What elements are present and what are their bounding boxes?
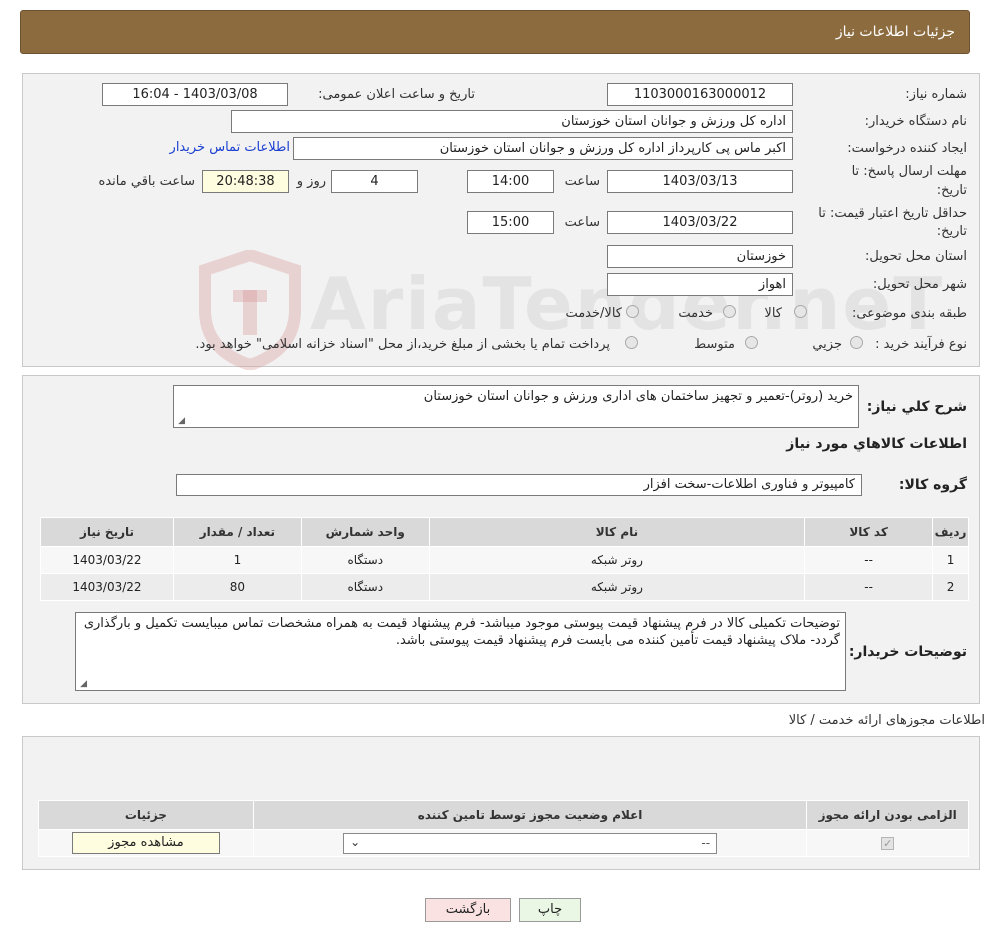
page-title: جزئیات اطلاعات نیاز — [835, 24, 955, 40]
description-textarea[interactable]: خرید (روتر)-تعمیر و تجهیز ساختمان های اد… — [173, 385, 859, 428]
buyer-org-label: نام دستگاه خریدار: — [864, 114, 967, 129]
process-label: نوع فرآیند خرید : — [875, 337, 967, 352]
process-option-medium: متوسط — [694, 337, 735, 352]
category-radio-service[interactable] — [723, 305, 736, 318]
validity-label: حداقل تاریخ اعتبار قیمت: تا — [818, 206, 967, 221]
buyer-org-value: اداره کل ورزش و جوانان استان خوزستان — [231, 110, 793, 133]
goods-section-title: اطلاعات کالاهاي مورد نياز — [786, 436, 967, 452]
announce-value: 1403/03/08 - 16:04 — [102, 83, 288, 106]
need-number-value: 1103000163000012 — [607, 83, 793, 106]
category-option-service: خدمت — [678, 306, 713, 321]
validity-time-label: ساعت — [564, 215, 600, 230]
buyer-contact-link[interactable]: اطلاعات تماس خریدار — [170, 140, 290, 155]
category-option-goods: کالا — [764, 306, 782, 321]
process-radio-treasury[interactable] — [625, 336, 638, 349]
days-label: روز و — [296, 174, 326, 189]
col-permit-required: الزامی بودن ارائه مجوز — [806, 800, 969, 830]
table-row: 1 -- روتر شبکه دستگاه 1 1403/03/22 — [40, 546, 969, 574]
col-date: تاریخ نیاز — [40, 517, 174, 547]
deadline-label: مهلت ارسال پاسخ: تا — [851, 164, 967, 179]
cell-code: -- — [804, 546, 934, 574]
creator-value: اکبر ماس پی کارپرداز اداره کل ورزش و جوا… — [293, 137, 793, 160]
need-number-label: شماره نیاز: — [905, 87, 967, 102]
validity-date-value: 1403/03/22 — [607, 211, 793, 234]
description-label: شرح کلي نياز: — [866, 399, 967, 415]
col-row: رديف — [932, 517, 969, 547]
goods-group-label: گروه کالا: — [898, 477, 967, 493]
validity-time-value: 15:00 — [467, 211, 554, 234]
col-code: کد کالا — [804, 517, 934, 547]
col-permit-status: اعلام وضعیت مجوز توسط تامین کننده — [252, 800, 808, 830]
view-permit-button[interactable]: مشاهده مجوز — [71, 832, 220, 854]
resize-grip-icon[interactable]: ◢ — [78, 680, 87, 689]
deadline-time-value: 14:00 — [467, 170, 554, 193]
goods-group-value: کامپیوتر و فناوری اطلاعات-سخت افزار — [176, 474, 862, 496]
cell-quantity: 80 — [172, 573, 302, 601]
table-row: ✓ ⌄ -- مشاهده مجوز — [38, 829, 969, 857]
province-label: استان محل تحویل: — [865, 249, 967, 264]
col-permit-details: جزئیات — [38, 800, 254, 830]
cell-name: روتر شبکه — [428, 546, 806, 574]
category-label: طبقه بندی موضوعی: — [851, 306, 967, 321]
permit-status-select[interactable]: ⌄ -- — [343, 832, 718, 854]
city-label: شهر محل تحویل: — [872, 277, 967, 292]
buyer-notes-label: توضیحات خریدار: — [848, 644, 967, 660]
city-value: اهواز — [607, 273, 793, 296]
category-radio-goods-service[interactable] — [626, 305, 639, 318]
chevron-down-icon: ⌄ — [350, 834, 361, 849]
process-note: پرداخت تمام یا بخشی از مبلغ خرید،از محل … — [195, 337, 610, 352]
announce-label: تاریخ و ساعت اعلان عمومی: — [318, 87, 475, 102]
validity-label-date: تاریخ: — [936, 224, 967, 239]
creator-label: ایجاد کننده درخواست: — [847, 141, 967, 156]
permit-required-checkbox[interactable]: ✓ — [881, 837, 895, 850]
deadline-label-date: تاریخ: — [936, 183, 967, 198]
cell-permit-required: ✓ — [806, 829, 969, 857]
cell-name: روتر شبکه — [428, 573, 806, 601]
goods-table-header: رديف کد کالا نام کالا واحد شمارش تعداد /… — [40, 517, 969, 547]
col-unit: واحد شمارش — [300, 517, 430, 547]
category-radio-goods[interactable] — [794, 305, 807, 318]
col-quantity: تعداد / مقدار — [172, 517, 302, 547]
col-name: نام کالا — [428, 517, 806, 547]
goods-table: رديف کد کالا نام کالا واحد شمارش تعداد /… — [40, 517, 969, 601]
permits-section-title: اطلاعات مجوزهای ارائه خدمت / کالا — [788, 713, 985, 728]
province-value: خوزستان — [607, 245, 793, 268]
cell-permit-details: مشاهده مجوز — [38, 829, 254, 857]
cell-row: 1 — [932, 546, 969, 574]
process-option-minor: جزیي — [812, 337, 842, 352]
resize-grip-icon[interactable]: ◢ — [176, 417, 185, 426]
page-header: جزئیات اطلاعات نیاز — [20, 10, 970, 54]
cell-permit-status: ⌄ -- — [252, 829, 808, 857]
cell-unit: دستگاه — [300, 546, 430, 574]
buyer-notes-textarea[interactable]: توضیحات تکمیلی کالا در فرم پیشنهاد قیمت … — [75, 612, 846, 691]
remaining-time-value: 20:48:38 — [202, 170, 289, 193]
cell-row: 2 — [932, 573, 969, 601]
cell-code: -- — [804, 573, 934, 601]
permits-table: الزامی بودن ارائه مجوز اعلام وضعیت مجوز … — [38, 800, 969, 857]
process-radio-medium[interactable] — [745, 336, 758, 349]
cell-date: 1403/03/22 — [40, 546, 174, 574]
table-row: 2 -- روتر شبکه دستگاه 80 1403/03/22 — [40, 573, 969, 601]
cell-date: 1403/03/22 — [40, 573, 174, 601]
description-text: خرید (روتر)-تعمیر و تجهیز ساختمان های اد… — [423, 389, 853, 404]
deadline-time-label: ساعت — [564, 174, 600, 189]
permit-status-value: -- — [701, 835, 711, 850]
process-radio-minor[interactable] — [850, 336, 863, 349]
category-option-goods-service: کالا/خدمت — [565, 306, 622, 321]
deadline-date-value: 1403/03/13 — [607, 170, 793, 193]
back-button[interactable]: بازگشت — [425, 898, 511, 922]
print-button[interactable]: چاپ — [519, 898, 581, 922]
buyer-notes-text: توضیحات تکمیلی کالا در فرم پیشنهاد قیمت … — [83, 616, 840, 648]
cell-quantity: 1 — [172, 546, 302, 574]
permits-table-header: الزامی بودن ارائه مجوز اعلام وضعیت مجوز … — [38, 800, 969, 830]
remaining-days-value: 4 — [331, 170, 418, 193]
remaining-label: ساعت باقي مانده — [98, 174, 195, 189]
cell-unit: دستگاه — [300, 573, 430, 601]
